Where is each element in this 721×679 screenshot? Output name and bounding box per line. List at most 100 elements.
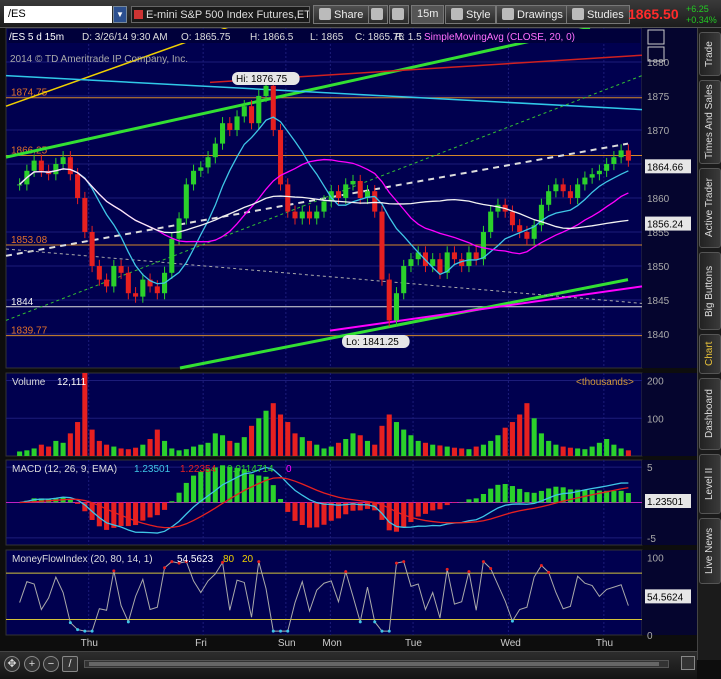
share-button[interactable]: Share	[313, 5, 370, 24]
mfi-overbought-mark	[402, 560, 406, 564]
candle-body	[480, 232, 486, 260]
tab-trade[interactable]: Trade	[699, 32, 721, 76]
candle-body	[582, 177, 588, 185]
macd-histogram-bar	[618, 490, 624, 503]
volume-bar	[227, 440, 233, 456]
macd-histogram-bar	[256, 475, 262, 503]
macd-avg: 1.22354	[180, 464, 217, 475]
mfi-oversold-mark	[90, 629, 94, 633]
candle-body	[270, 85, 276, 130]
candle-body	[596, 170, 602, 175]
macd-histogram-bar	[509, 486, 515, 503]
drawing-tool-icon[interactable]: /	[62, 656, 78, 672]
volume-bar	[89, 429, 95, 456]
candle-body	[618, 150, 624, 158]
volume-unit: <thousands>	[576, 377, 634, 388]
mfi-overbought: 80	[223, 554, 235, 565]
header-study: SimpleMovingAvg (CLOSE, 20, 0)	[424, 32, 575, 43]
mfi-title: MoneyFlowIndex (20, 80, 14, 1)	[12, 554, 153, 565]
volume-bar	[335, 442, 342, 456]
candle-body	[604, 164, 610, 171]
tab-active-trader[interactable]: Active Trader	[699, 168, 721, 248]
volume-bar	[111, 446, 117, 456]
volume-bar	[17, 451, 23, 456]
studies-button[interactable]: Studies	[566, 5, 630, 24]
mfi-overbought-mark	[257, 560, 261, 564]
drawings-button[interactable]: Drawings	[496, 5, 569, 24]
volume-bar	[495, 435, 501, 456]
symbol-dropdown-icon[interactable]: ▼	[113, 6, 127, 23]
tab-big-buttons[interactable]: Big Buttons	[699, 252, 721, 330]
mfi-oversold-mark	[373, 620, 377, 624]
macd-title: MACD (12, 26, 9, EMA)	[12, 464, 117, 475]
pan-icon[interactable]: ✥	[4, 656, 20, 672]
mfi-overbought-mark	[547, 570, 551, 574]
macd-histogram-bar	[75, 502, 81, 504]
mfi-overbought-mark	[170, 560, 174, 564]
volume-bar	[430, 444, 436, 456]
volume-bar	[277, 414, 284, 456]
volume-bar	[133, 447, 139, 456]
volume-bar	[625, 450, 631, 456]
volume-bar	[125, 449, 131, 456]
volume-bar	[509, 422, 515, 456]
macd-histogram-bar	[531, 492, 537, 503]
macd-histogram-bar	[277, 498, 284, 503]
tab-chart[interactable]: Chart	[699, 334, 721, 374]
zoom-in-icon[interactable]: +	[24, 656, 40, 672]
candle-body	[53, 164, 59, 175]
x-day-label: Thu	[596, 638, 613, 649]
interval-button[interactable]: 15m	[411, 5, 445, 24]
candle-body	[379, 211, 385, 280]
mfi-oversold: 20	[242, 554, 254, 565]
macd-histogram-bar	[104, 502, 110, 530]
candle-body	[625, 150, 631, 161]
candle-body	[198, 167, 204, 171]
mfi-oversold-mark	[510, 619, 514, 623]
share-label: Share	[334, 9, 364, 21]
macd-histogram-bar	[437, 502, 443, 510]
macd-histogram-bar	[191, 475, 197, 503]
price-tick-label: 1845	[647, 296, 670, 307]
volume-bar	[212, 433, 218, 456]
candle-body	[111, 266, 117, 287]
volume-bar	[67, 433, 73, 456]
volume-bar	[473, 446, 479, 456]
mfi-oversold-mark	[126, 620, 130, 624]
header-symbol: /ES 5 d 15m	[9, 32, 64, 43]
volume-bar	[270, 403, 276, 456]
style-button[interactable]: Style	[445, 5, 497, 24]
candle-body	[38, 160, 44, 171]
tab-times-and-sales[interactable]: Times And Sales	[699, 80, 721, 164]
tab-live-news[interactable]: Live News	[699, 518, 721, 584]
volume-bar	[183, 449, 189, 456]
volume-bar	[176, 450, 182, 456]
candle-body	[299, 211, 305, 219]
tab-dashboard[interactable]: Dashboard	[699, 378, 721, 450]
volume-bar	[24, 450, 30, 456]
volume-bar	[604, 439, 610, 456]
mfi-oversold-mark	[279, 629, 283, 633]
scrollbar-thumb[interactable]	[89, 662, 659, 666]
time-scrollbar[interactable]	[84, 660, 669, 668]
macd-histogram-bar	[314, 502, 320, 528]
settings-button[interactable]	[368, 5, 388, 24]
volume-bar	[343, 439, 349, 456]
volume-bar	[480, 444, 486, 456]
candle-body	[248, 106, 255, 124]
candle-body	[495, 204, 501, 212]
header-high: H: 1866.5	[250, 32, 294, 43]
mfi-right-label: 54.5624	[647, 592, 684, 603]
x-day-label: Wed	[500, 638, 520, 649]
volume-bar	[575, 448, 581, 456]
expand-icon[interactable]	[681, 656, 695, 670]
chart-area[interactable]: Thu Fri Sun Mon Tue Wed Thu1840184518501855186…	[0, 28, 697, 651]
symbol-input[interactable]: /ES	[4, 6, 112, 23]
tools-button[interactable]	[389, 5, 409, 24]
volume-bar	[357, 435, 363, 456]
candle-body	[451, 252, 457, 260]
zoom-out-icon[interactable]: −	[43, 656, 59, 672]
tab-level-ii[interactable]: Level II	[699, 454, 721, 514]
candle-body	[357, 181, 363, 198]
volume-bar	[169, 448, 175, 456]
